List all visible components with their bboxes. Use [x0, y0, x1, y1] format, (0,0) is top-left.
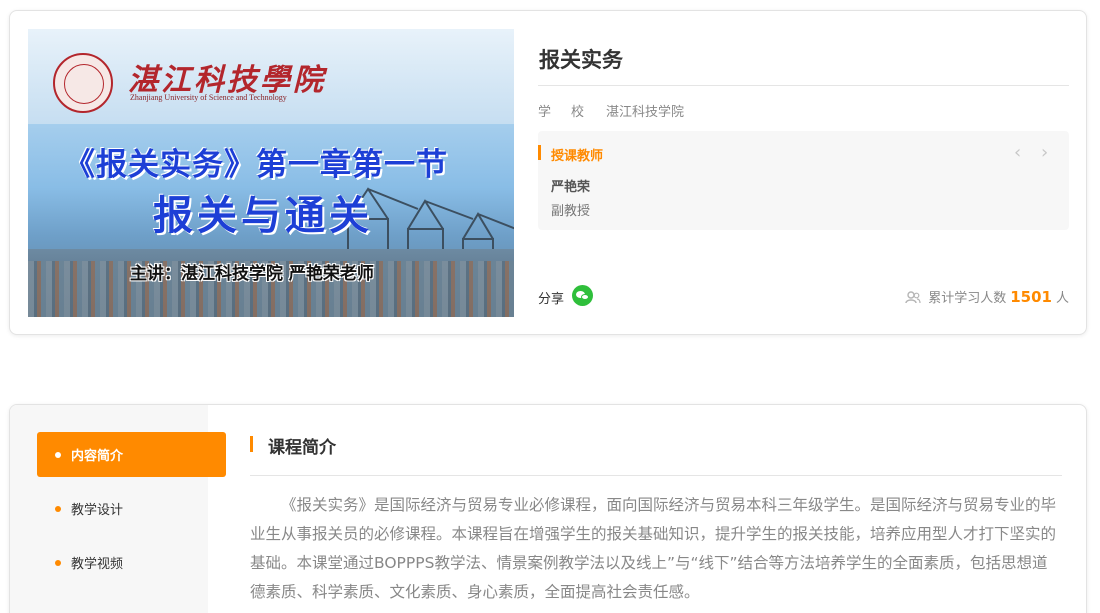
course-title: 报关实务 [539, 48, 623, 72]
wechat-icon[interactable] [572, 285, 593, 306]
course-cover-image[interactable]: 湛江科技學院 Zhanjiang University of Science a… [28, 29, 514, 317]
sidebar-item-video[interactable]: 教学视频 [37, 540, 226, 585]
teacher-heading-marker [538, 145, 541, 160]
cover-presenter: 主讲：湛江科技学院 严艳荣老师 [130, 264, 374, 284]
chevron-left-icon[interactable]: ‹ [1014, 142, 1021, 163]
school-seal-logo [53, 53, 113, 113]
sidebar-item-label: 教学视频 [71, 557, 124, 572]
bullet-dot-icon [55, 559, 61, 566]
sidebar-item-label: 教学设计 [71, 503, 124, 518]
share-label: 分享 [538, 292, 565, 307]
teacher-panel: 授课教师 ‹ › 严艳荣 副教授 [538, 131, 1069, 230]
section-divider [250, 475, 1062, 476]
sidebar-item-intro[interactable]: 内容简介 [37, 432, 226, 477]
learner-count-label: 累计学习人数 [928, 291, 1007, 306]
section-title-marker [250, 436, 253, 452]
learner-count: 累计学习人数 1501 人 [905, 287, 1069, 306]
school-row: 学校 湛江科技学院 [538, 101, 684, 120]
sidebar-item-design[interactable]: 教学设计 [37, 486, 226, 531]
course-detail-card: 内容简介 教学设计 教学视频 课程简介 《报关实务》是国际经济与贸易专业必修课程… [9, 404, 1087, 613]
intro-text: 《报关实务》是国际经济与贸易专业必修课程，面向国际经济与贸易本科三年级学生。是国… [250, 496, 1057, 601]
cover-heading-line2: 报关与通关 [153, 193, 373, 239]
teacher-heading: 授课教师 [551, 149, 604, 164]
bullet-dot-icon [55, 451, 61, 458]
cover-heading-line1: 《报关实务》第一章第一节 [64, 147, 448, 183]
wechat-bubble-small [581, 294, 589, 300]
teacher-rank: 副教授 [551, 204, 591, 219]
detail-sidebar: 内容简介 教学设计 教学视频 [10, 405, 226, 613]
cover-school-name-en: Zhanjiang University of Science and Tech… [130, 93, 287, 102]
sidebar-item-label: 内容简介 [71, 449, 124, 464]
title-divider [538, 85, 1069, 86]
chevron-right-icon[interactable]: › [1041, 142, 1048, 163]
bullet-dot-icon [55, 505, 61, 512]
school-value: 湛江科技学院 [606, 105, 685, 120]
school-label: 学校 [538, 105, 605, 120]
section-title: 课程简介 [268, 438, 336, 458]
learner-count-value: 1501 [1010, 288, 1052, 306]
teacher-name[interactable]: 严艳荣 [551, 176, 590, 195]
learner-count-unit: 人 [1055, 291, 1069, 306]
people-icon [905, 291, 921, 304]
